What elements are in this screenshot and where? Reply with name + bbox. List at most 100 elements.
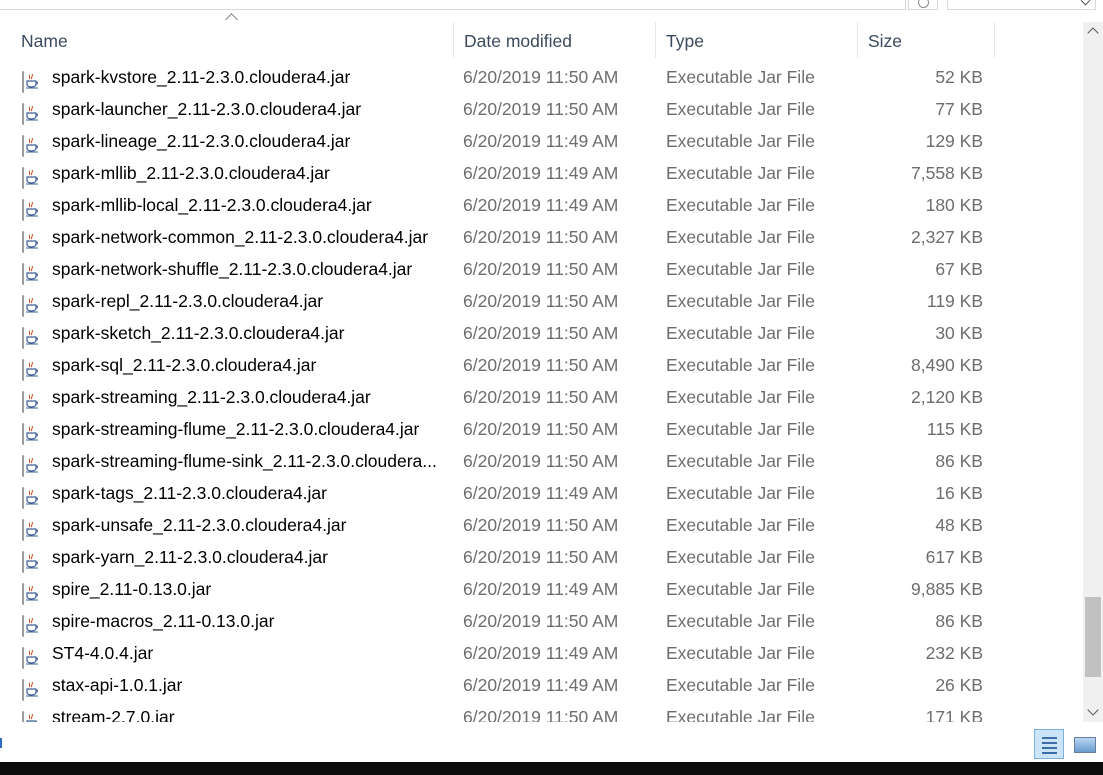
file-name[interactable]: spark-kvstore_2.11-2.3.0.cloudera4.jar [52, 61, 448, 93]
file-row[interactable]: spark-sketch_2.11-2.3.0.cloudera4.jar 6/2… [0, 317, 1083, 349]
file-name[interactable]: spark-streaming-flume-sink_2.11-2.3.0.cl… [52, 445, 448, 477]
file-size: 67 KB [935, 259, 983, 279]
java-jar-file-icon [22, 386, 44, 413]
java-jar-file-icon [22, 322, 44, 349]
java-jar-file-icon [22, 98, 44, 125]
java-jar-file-icon [22, 482, 44, 509]
column-header-date-modified[interactable]: Date modified [456, 22, 656, 58]
file-row[interactable]: ST4-4.0.4.jar 6/20/2019 11:49 AM Executabl… [0, 637, 1083, 669]
file-name[interactable]: ST4-4.0.4.jar [52, 637, 448, 669]
file-date-modified: 6/20/2019 11:50 AM [463, 355, 619, 375]
file-size: 2,327 KB [911, 227, 983, 247]
file-row[interactable]: spark-yarn_2.11-2.3.0.cloudera4.jar 6/20/… [0, 541, 1083, 573]
file-name[interactable]: stax-api-1.0.1.jar [52, 669, 448, 701]
file-row[interactable]: spark-repl_2.11-2.3.0.cloudera4.jar 6/20/… [0, 285, 1083, 317]
file-name[interactable]: spark-mllib_2.11-2.3.0.cloudera4.jar [52, 157, 448, 189]
file-row[interactable]: spire-macros_2.11-0.13.0.jar 6/20/2019 11… [0, 605, 1083, 637]
taskbar-edge [0, 762, 1103, 775]
file-type: Executable Jar File [666, 515, 815, 535]
java-jar-file-icon [22, 194, 44, 221]
details-view-icon[interactable] [1034, 729, 1064, 759]
file-name[interactable]: spark-repl_2.11-2.3.0.cloudera4.jar [52, 285, 448, 317]
file-row[interactable]: stax-api-1.0.1.jar 6/20/2019 11:49 AM Exec… [0, 669, 1083, 701]
file-date-modified: 6/20/2019 11:50 AM [463, 611, 619, 631]
file-row[interactable]: spark-tags_2.11-2.3.0.cloudera4.jar 6/20/… [0, 477, 1083, 509]
file-size: 52 KB [935, 67, 983, 87]
java-jar-file-icon [22, 514, 44, 541]
column-header-name[interactable]: Name [13, 22, 454, 58]
file-row[interactable]: spark-streaming-flume-sink_2.11-2.3.0.cl… [0, 445, 1083, 477]
file-date-modified: 6/20/2019 11:49 AM [463, 195, 619, 215]
scrollbar-thumb[interactable] [1085, 597, 1101, 677]
file-type: Executable Jar File [666, 195, 815, 215]
file-size: 617 KB [925, 547, 983, 567]
column-header-size[interactable]: Size [860, 22, 995, 58]
file-name[interactable]: spark-launcher_2.11-2.3.0.cloudera4.jar [52, 93, 448, 125]
file-row[interactable]: spark-network-shuffle_2.11-2.3.0.clouder… [0, 253, 1083, 285]
file-name[interactable]: spark-sql_2.11-2.3.0.cloudera4.jar [52, 349, 448, 381]
file-name[interactable]: spark-streaming-flume_2.11-2.3.0.clouder… [52, 413, 448, 445]
file-date-modified: 6/20/2019 11:50 AM [463, 323, 619, 343]
file-name[interactable]: spark-yarn_2.11-2.3.0.cloudera4.jar [52, 541, 448, 573]
chevron-down-icon[interactable] [1080, 0, 1091, 6]
file-name[interactable]: spark-mllib-local_2.11-2.3.0.cloudera4.j… [52, 189, 448, 221]
file-size: 119 KB [926, 291, 983, 311]
refresh-icon[interactable] [908, 0, 938, 10]
file-type: Executable Jar File [666, 419, 815, 439]
file-name[interactable]: spire_2.11-0.13.0.jar [52, 573, 448, 605]
file-date-modified: 6/20/2019 11:50 AM [463, 67, 619, 87]
vertical-scrollbar[interactable] [1083, 22, 1103, 722]
file-name[interactable]: spark-network-common_2.11-2.3.0.cloudera… [52, 221, 448, 253]
file-name[interactable]: spark-unsafe_2.11-2.3.0.cloudera4.jar [52, 509, 448, 541]
toolbar-strip [0, 0, 1103, 10]
status-bar [0, 722, 1103, 762]
file-name[interactable]: spire-macros_2.11-0.13.0.jar [52, 605, 448, 637]
file-type: Executable Jar File [666, 451, 815, 471]
file-type: Executable Jar File [666, 643, 815, 663]
file-date-modified: 6/20/2019 11:49 AM [463, 643, 619, 663]
file-date-modified: 6/20/2019 11:49 AM [463, 675, 619, 695]
file-row[interactable]: spark-streaming_2.11-2.3.0.cloudera4.jar… [0, 381, 1083, 413]
file-row[interactable]: spark-streaming-flume_2.11-2.3.0.clouder… [0, 413, 1083, 445]
file-row[interactable]: spark-mllib_2.11-2.3.0.cloudera4.jar 6/20… [0, 157, 1083, 189]
large-icons-view-icon[interactable] [1070, 729, 1100, 759]
scroll-down-icon[interactable] [1087, 704, 1099, 716]
file-row[interactable]: spark-unsafe_2.11-2.3.0.cloudera4.jar 6/2… [0, 509, 1083, 541]
address-bar[interactable] [0, 0, 906, 10]
search-box[interactable] [947, 0, 1096, 10]
file-type: Executable Jar File [666, 483, 815, 503]
file-row[interactable]: spark-sql_2.11-2.3.0.cloudera4.jar 6/20/2… [0, 349, 1083, 381]
file-name[interactable]: spark-lineage_2.11-2.3.0.cloudera4.jar [52, 125, 448, 157]
file-type: Executable Jar File [666, 291, 815, 311]
java-jar-file-icon [22, 66, 44, 93]
java-jar-file-icon [22, 546, 44, 573]
file-size: 86 KB [935, 451, 983, 471]
file-type: Executable Jar File [666, 131, 815, 151]
file-size: 16 KB [935, 483, 983, 503]
scroll-up-icon[interactable] [1087, 27, 1099, 39]
java-jar-file-icon [22, 610, 44, 637]
java-jar-file-icon [22, 354, 44, 381]
column-header-type[interactable]: Type [658, 22, 858, 58]
file-name[interactable]: spark-tags_2.11-2.3.0.cloudera4.jar [52, 477, 448, 509]
java-jar-file-icon [22, 162, 44, 189]
file-type: Executable Jar File [666, 355, 815, 375]
file-row[interactable]: spark-launcher_2.11-2.3.0.cloudera4.jar 6… [0, 93, 1083, 125]
java-jar-file-icon [22, 674, 44, 701]
file-size: 86 KB [935, 611, 983, 631]
file-date-modified: 6/20/2019 11:50 AM [463, 387, 619, 407]
file-row[interactable]: spark-kvstore_2.11-2.3.0.cloudera4.jar 6/… [0, 61, 1083, 93]
file-row[interactable]: spark-lineage_2.11-2.3.0.cloudera4.jar 6/… [0, 125, 1083, 157]
java-jar-file-icon [22, 578, 44, 605]
file-type: Executable Jar File [666, 259, 815, 279]
file-row[interactable]: spire_2.11-0.13.0.jar 6/20/2019 11:49 AM E… [0, 573, 1083, 605]
file-name[interactable]: spark-streaming_2.11-2.3.0.cloudera4.jar [52, 381, 448, 413]
file-date-modified: 6/20/2019 11:50 AM [463, 515, 619, 535]
file-row[interactable]: spark-mllib-local_2.11-2.3.0.cloudera4.j… [0, 189, 1083, 221]
file-name[interactable]: spark-sketch_2.11-2.3.0.cloudera4.jar [52, 317, 448, 349]
file-date-modified: 6/20/2019 11:50 AM [463, 291, 619, 311]
file-date-modified: 6/20/2019 11:50 AM [463, 451, 619, 471]
file-name[interactable]: spark-network-shuffle_2.11-2.3.0.clouder… [52, 253, 448, 285]
file-row[interactable]: spark-network-common_2.11-2.3.0.cloudera… [0, 221, 1083, 253]
column-header-row: Name Date modified Type Size [0, 13, 1083, 58]
